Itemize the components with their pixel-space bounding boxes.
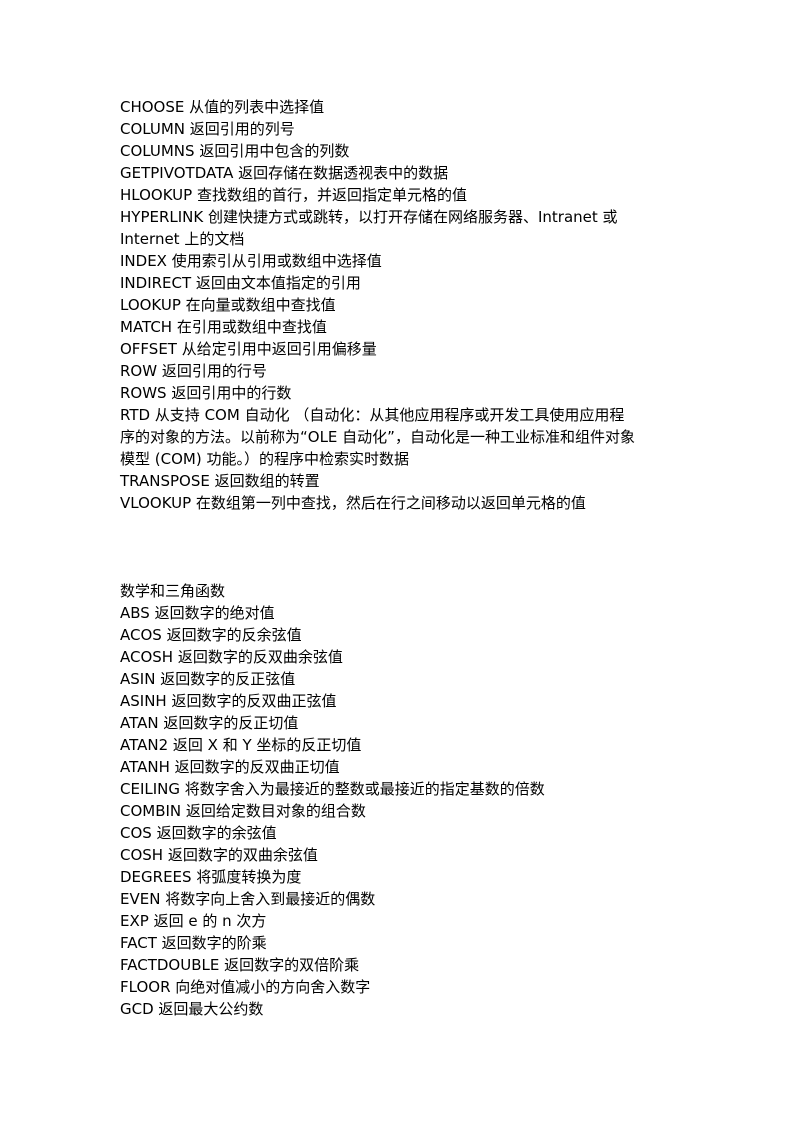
function-line-acos: ACOS 返回数字的反余弦值 xyxy=(120,626,302,644)
function-line-choose: CHOOSE 从值的列表中选择值 xyxy=(120,98,325,116)
function-line-atan2: ATAN2 返回 X 和 Y 坐标的反正切值 xyxy=(120,736,362,754)
function-line-abs: ABS 返回数字的绝对值 xyxy=(120,604,275,622)
function-line-factdouble: FACTDOUBLE 返回数字的双倍阶乘 xyxy=(120,956,360,974)
function-line-fact: FACT 返回数字的阶乘 xyxy=(120,934,267,952)
function-line-hyperlink-cont: Internet 上的文档 xyxy=(120,230,245,248)
function-line-column: COLUMN 返回引用的列号 xyxy=(120,120,295,138)
function-line-hyperlink: HYPERLINK 创建快捷方式或跳转，以打开存储在网络服务器、Intranet… xyxy=(120,208,618,226)
function-line-asinh: ASINH 返回数字的反双曲正弦值 xyxy=(120,692,337,710)
function-line-exp: EXP 返回 e 的 n 次方 xyxy=(120,912,267,930)
function-line-indirect: INDIRECT 返回由文本值指定的引用 xyxy=(120,274,361,292)
function-line-ceiling: CEILING 将数字舍入为最接近的整数或最接近的指定基数的倍数 xyxy=(120,780,545,798)
function-line-atan: ATAN 返回数字的反正切值 xyxy=(120,714,299,732)
function-line-row: ROW 返回引用的行号 xyxy=(120,362,267,380)
function-line-getpivotdata: GETPIVOTDATA 返回存储在数据透视表中的数据 xyxy=(120,164,449,182)
function-line-asin: ASIN 返回数字的反正弦值 xyxy=(120,670,296,688)
function-line-degrees: DEGREES 将弧度转换为度 xyxy=(120,868,302,886)
function-line-gcd: GCD 返回最大公约数 xyxy=(120,1000,264,1018)
lookup-functions-section: CHOOSE 从值的列表中选择值 COLUMN 返回引用的列号 COLUMNS … xyxy=(120,96,680,514)
function-line-even: EVEN 将数字向上舍入到最接近的偶数 xyxy=(120,890,376,908)
function-line-columns: COLUMNS 返回引用中包含的列数 xyxy=(120,142,350,160)
document-page: CHOOSE 从值的列表中选择值 COLUMN 返回引用的列号 COLUMNS … xyxy=(120,96,680,1020)
function-line-lookup: LOOKUP 在向量或数组中查找值 xyxy=(120,296,336,314)
function-line-match: MATCH 在引用或数组中查找值 xyxy=(120,318,327,336)
function-line-index: INDEX 使用索引从引用或数组中选择值 xyxy=(120,252,382,270)
function-line-rtd-cont-1: 序的对象的方法。以前称为“OLE 自动化”，自动化是一种工业标准和组件对象 xyxy=(120,428,635,446)
function-line-rtd: RTD 从支持 COM 自动化 （自动化：从其他应用程序或开发工具使用应用程 xyxy=(120,406,625,424)
function-line-rtd-cont-2: 模型 (COM) 功能。）的程序中检索实时数据 xyxy=(120,450,409,468)
function-line-combin: COMBIN 返回给定数目对象的组合数 xyxy=(120,802,366,820)
function-line-floor: FLOOR 向绝对值减小的方向舍入数字 xyxy=(120,978,371,996)
function-line-acosh: ACOSH 返回数字的反双曲余弦值 xyxy=(120,648,343,666)
function-line-cos: COS 返回数字的余弦值 xyxy=(120,824,277,842)
function-line-atanh: ATANH 返回数字的反双曲正切值 xyxy=(120,758,340,776)
function-line-hlookup: HLOOKUP 查找数组的首行，并返回指定单元格的值 xyxy=(120,186,467,204)
function-line-cosh: COSH 返回数字的双曲余弦值 xyxy=(120,846,318,864)
function-line-offset: OFFSET 从给定引用中返回引用偏移量 xyxy=(120,340,377,358)
function-line-vlookup: VLOOKUP 在数组第一列中查找，然后在行之间移动以返回单元格的值 xyxy=(120,494,586,512)
section-heading: 数学和三角函数 xyxy=(120,582,226,600)
function-line-transpose: TRANSPOSE 返回数组的转置 xyxy=(120,472,320,490)
function-line-rows: ROWS 返回引用中的行数 xyxy=(120,384,292,402)
math-functions-section: 数学和三角函数 ABS 返回数字的绝对值 ACOS 返回数字的反余弦值 ACOS… xyxy=(120,580,680,1020)
